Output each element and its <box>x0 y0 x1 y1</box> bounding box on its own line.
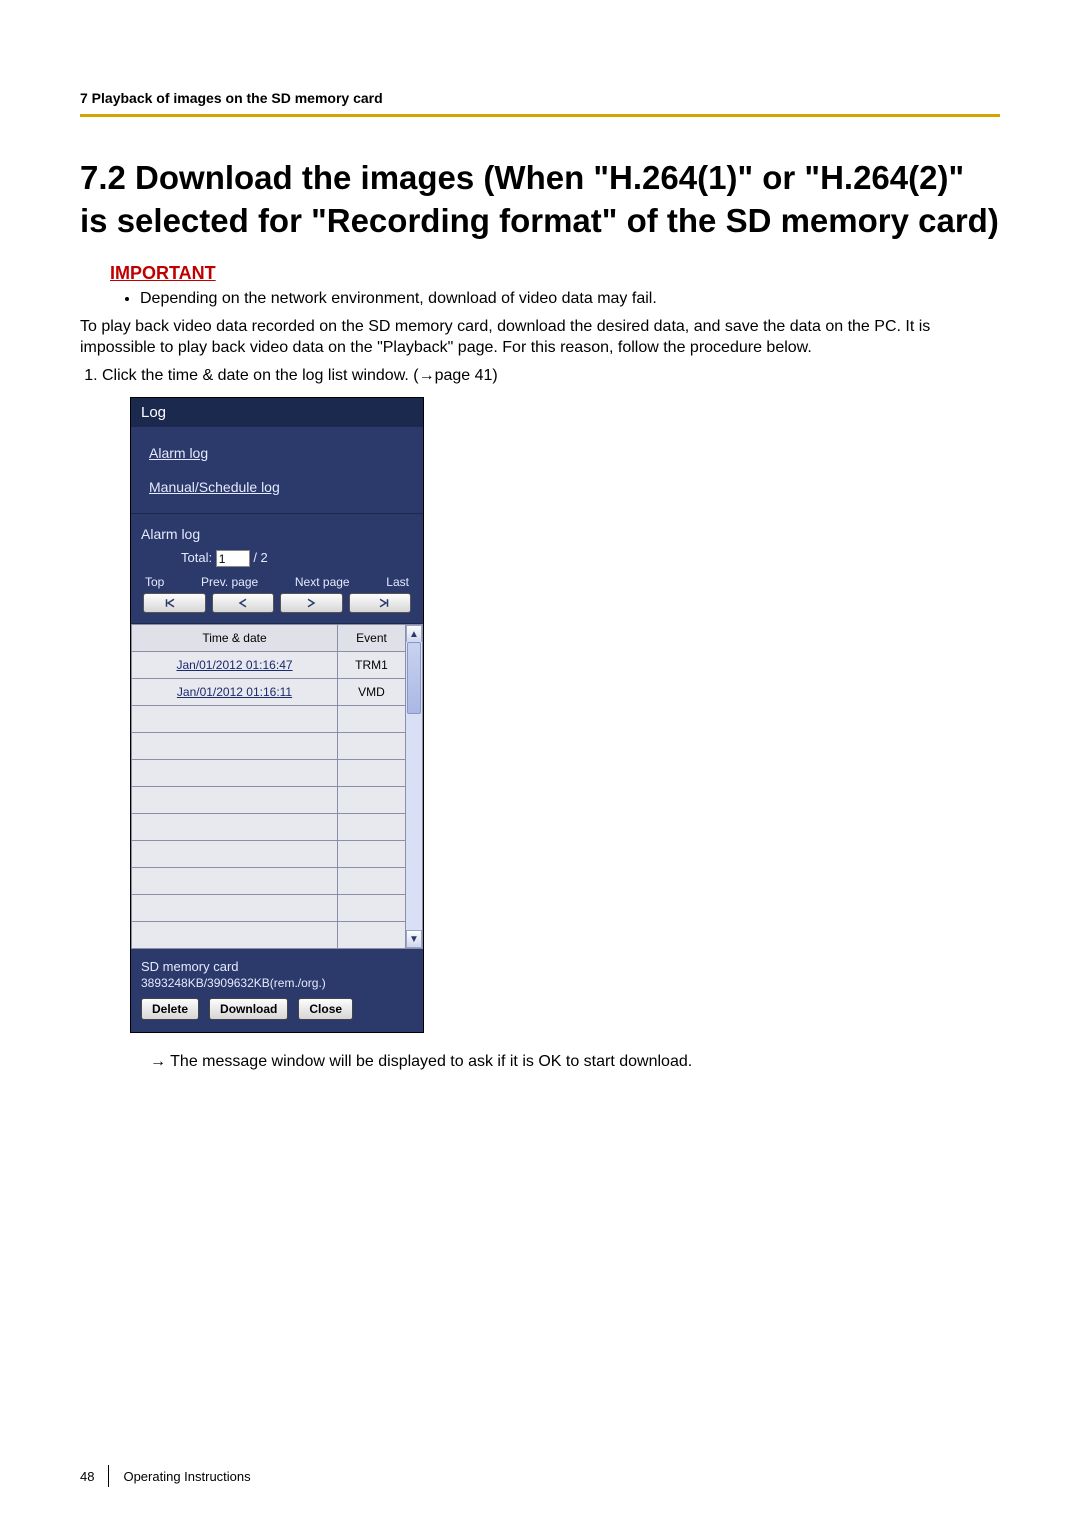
scroll-thumb[interactable] <box>407 642 421 714</box>
table-row <box>132 922 423 949</box>
col-event-header: Event <box>338 625 406 652</box>
log-total-row: Total: / 2 <box>141 548 413 575</box>
arrow-icon: → <box>150 1053 166 1070</box>
log-time-link[interactable]: Jan/01/2012 01:16:11 <box>177 685 292 699</box>
log-nav-title: Alarm log <box>141 524 413 548</box>
table-row <box>132 814 423 841</box>
step-1: Click the time & date on the log list wi… <box>102 367 1000 385</box>
section-heading: 7.2 Download the images (When "H.264(1)"… <box>80 157 1000 243</box>
log-panel: Log Alarm log Manual/Schedule log Alarm … <box>130 397 424 1033</box>
important-label: IMPORTANT <box>110 263 1000 284</box>
pager-label-next: Next page <box>295 575 350 589</box>
manual-schedule-log-link[interactable]: Manual/Schedule log <box>149 479 405 495</box>
log-table: Time & date Event ▲ ▼ Jan/01/2012 01:16:… <box>131 624 423 949</box>
step-1-text: Click the time & date on the log list wi… <box>102 367 498 384</box>
download-button[interactable]: Download <box>209 998 288 1020</box>
scroll-up-icon[interactable]: ▲ <box>406 625 422 643</box>
table-row: Jan/01/2012 01:16:11 VMD <box>132 679 423 706</box>
log-event-cell: VMD <box>338 679 406 706</box>
chevron-left-icon <box>234 597 252 609</box>
scroll-track[interactable] <box>406 642 422 931</box>
chevron-right-icon <box>302 597 320 609</box>
sd-footer: SD memory card 3893248KB/3909632KB(rem./… <box>131 949 423 1032</box>
table-row <box>132 895 423 922</box>
log-event-cell: TRM1 <box>338 652 406 679</box>
pager-prev-button[interactable] <box>212 593 275 613</box>
scrollbar[interactable]: ▲ ▼ <box>406 625 423 949</box>
table-row <box>132 841 423 868</box>
pager-label-top: Top <box>145 575 164 589</box>
log-time-link[interactable]: Jan/01/2012 01:16:47 <box>176 658 292 672</box>
pager-label-last: Last <box>386 575 409 589</box>
table-row <box>132 787 423 814</box>
pager-last-button[interactable] <box>349 593 412 613</box>
table-row <box>132 733 423 760</box>
close-button[interactable]: Close <box>298 998 353 1020</box>
step-result: → The message window will be displayed t… <box>150 1053 1000 1071</box>
first-page-icon <box>165 597 183 609</box>
footer-divider <box>108 1465 109 1487</box>
col-time-header: Time & date <box>132 625 338 652</box>
chapter-header: 7 Playback of images on the SD memory ca… <box>80 90 1000 117</box>
table-row <box>132 706 423 733</box>
pager-label-prev: Prev. page <box>201 575 258 589</box>
page-current-input[interactable] <box>216 550 250 567</box>
alarm-log-link[interactable]: Alarm log <box>149 445 405 461</box>
total-label: Total: <box>181 550 212 565</box>
table-row: Jan/01/2012 01:16:47 TRM1 <box>132 652 423 679</box>
page-number: 48 <box>80 1469 94 1484</box>
page-total: / 2 <box>253 550 267 565</box>
delete-button[interactable]: Delete <box>141 998 199 1020</box>
important-note: Depending on the network environment, do… <box>140 290 1000 308</box>
log-nav: Alarm log Total: / 2 Top Prev. page Next… <box>131 514 423 624</box>
sd-size: 3893248KB/3909632KB(rem./org.) <box>141 976 413 990</box>
result-text: The message window will be displayed to … <box>170 1053 692 1070</box>
log-table-wrap: Time & date Event ▲ ▼ Jan/01/2012 01:16:… <box>131 624 423 949</box>
log-type-links: Alarm log Manual/Schedule log <box>131 427 423 514</box>
log-panel-title: Log <box>131 398 423 427</box>
last-page-icon <box>371 597 389 609</box>
table-row <box>132 868 423 895</box>
page-footer: 48 Operating Instructions <box>80 1465 251 1487</box>
pager-top-button[interactable] <box>143 593 206 613</box>
sd-title: SD memory card <box>141 959 413 974</box>
table-row <box>132 760 423 787</box>
intro-paragraph: To play back video data recorded on the … <box>80 316 1000 359</box>
pager-next-button[interactable] <box>280 593 343 613</box>
footer-doc-title: Operating Instructions <box>123 1469 250 1484</box>
scroll-down-icon[interactable]: ▼ <box>406 930 422 948</box>
